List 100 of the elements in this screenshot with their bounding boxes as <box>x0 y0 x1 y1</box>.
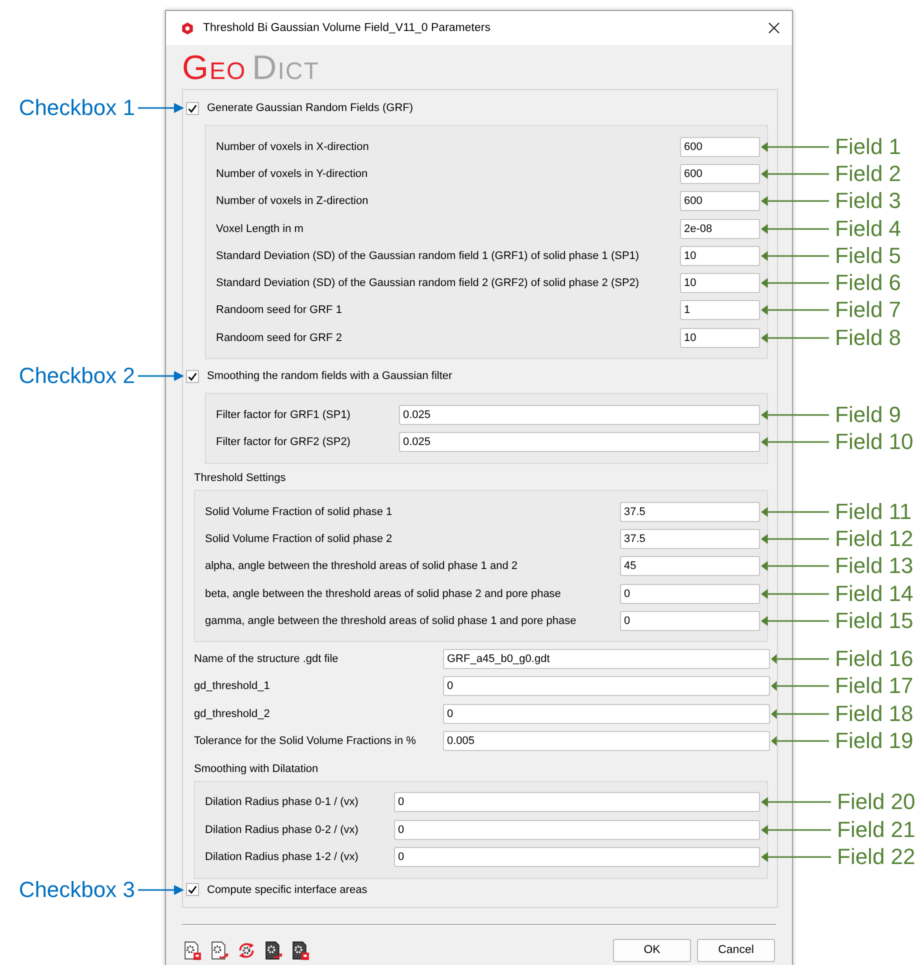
document-gear-arrow-icon[interactable] <box>264 940 283 960</box>
input-field[interactable]: 600 <box>680 191 760 212</box>
field-label: Tolerance for the Solid Volume Fractions in % <box>194 734 417 747</box>
checkbox[interactable] <box>186 102 199 114</box>
callout-label: Field 6 <box>835 270 902 296</box>
input-field[interactable]: 10 <box>680 273 760 294</box>
callout-arrow <box>761 168 829 180</box>
checkbox[interactable] <box>186 370 199 383</box>
callout-arrow <box>761 532 829 545</box>
callout-label: Field 16 <box>835 646 914 672</box>
check-icon <box>187 102 198 114</box>
input-field[interactable]: 0.025 <box>399 432 760 452</box>
callout-label: Field 17 <box>835 673 914 700</box>
window-title: Threshold Bi Gaussian Volume Field_V11_0 Parameters <box>203 22 492 34</box>
checkbox-label: Generate Gaussian Random Fields (GRF) <box>207 102 414 114</box>
group-title: Smoothing with Dilatation <box>194 762 320 777</box>
input-field[interactable]: 0 <box>394 846 760 867</box>
check-icon <box>187 884 198 896</box>
field-label: Dilation Radius phase 1-2 / (vx) <box>205 850 360 863</box>
callout-arrow <box>761 140 829 153</box>
callout-arrow <box>761 195 829 208</box>
callout-label: Field 7 <box>835 297 902 324</box>
callout-label: Field 20 <box>837 789 916 816</box>
callout-arrow <box>761 824 831 836</box>
document-gear-icon[interactable] <box>183 940 202 960</box>
close-icon <box>768 22 780 34</box>
callout-arrow <box>761 436 829 448</box>
callout-arrow <box>761 850 831 863</box>
input-field[interactable]: 37.5 <box>620 502 760 522</box>
callout-label: Field 19 <box>835 728 914 754</box>
input-field[interactable]: GRF_a45_b0_g0.gdt <box>443 649 770 670</box>
field-label: gamma, angle between the threshold areas of solid phase 1 and pore phase <box>205 614 578 627</box>
checkbox[interactable] <box>186 883 199 896</box>
document-gear-arrow-icon[interactable] <box>210 940 229 960</box>
callout-label: Field 8 <box>835 324 902 351</box>
close-button[interactable] <box>766 20 782 36</box>
callout-arrow <box>138 102 184 114</box>
input-field[interactable]: 0 <box>620 610 760 631</box>
input-field[interactable]: 0.025 <box>399 405 760 426</box>
input-field[interactable]: 45 <box>620 556 760 576</box>
input-field[interactable]: 0 <box>443 704 770 724</box>
dialog-button[interactable]: Cancel <box>697 938 775 962</box>
logo-text: DICT <box>252 51 320 85</box>
callout-label: Checkbox 3 <box>18 876 135 903</box>
callout-arrow <box>761 250 829 262</box>
callout-label: Field 15 <box>835 608 914 634</box>
callout-label: Field 21 <box>837 816 916 843</box>
input-field[interactable]: 37.5 <box>620 528 760 549</box>
callout-label: Field 10 <box>835 429 914 456</box>
callout-label: Field 13 <box>835 553 914 580</box>
callout-arrow <box>771 708 829 720</box>
callout-arrow <box>761 304 829 316</box>
dialog-button[interactable]: OK <box>613 938 691 962</box>
field-label: Randoom seed for GRF 1 <box>216 304 343 316</box>
checkbox-label: Compute specific interface areas <box>207 884 368 896</box>
field-label: Filter factor for GRF1 (SP1) <box>216 409 352 422</box>
field-label: beta, angle between the threshold areas of solid phase 2 and pore phase <box>205 588 562 600</box>
circular-arrows-gear-icon[interactable] <box>237 940 256 960</box>
field-label: Dilation Radius phase 0-2 / (vx) <box>205 824 360 836</box>
callout-arrow <box>761 277 829 290</box>
logo-text: GEO <box>182 51 246 85</box>
callout-arrow <box>761 588 829 600</box>
field-label: Solid Volume Fraction of solid phase 1 <box>205 506 394 518</box>
input-field[interactable]: 1 <box>680 300 760 320</box>
callout-label: Checkbox 2 <box>18 363 135 390</box>
field-label: Voxel Length in m <box>216 222 304 235</box>
callout-label: Field 3 <box>835 188 902 214</box>
input-field[interactable]: 600 <box>680 136 760 157</box>
callout-label: Field 1 <box>835 134 902 160</box>
callout-label: Field 18 <box>835 700 914 727</box>
input-field[interactable]: 0 <box>620 584 760 604</box>
callout-label: Field 9 <box>835 402 902 428</box>
input-field[interactable]: 0 <box>394 792 760 812</box>
input-field[interactable]: 2e-08 <box>680 218 760 239</box>
field-label: Standard Deviation (SD) of the Gaussian random field 2 (GRF2) of solid phase 2 (SP2) <box>216 277 640 290</box>
callout-arrow <box>138 370 184 382</box>
callout-arrow <box>761 614 829 627</box>
callout-label: Field 14 <box>835 580 914 606</box>
callout-arrow <box>771 680 829 692</box>
input-field[interactable]: 10 <box>680 328 760 348</box>
document-gear-icon[interactable] <box>291 940 310 960</box>
app-icon <box>181 22 194 34</box>
input-field[interactable]: 0 <box>394 820 760 840</box>
field-label: Number of voxels in Y-direction <box>216 168 369 180</box>
callout-arrow <box>761 506 829 518</box>
field-label: Dilation Radius phase 0-1 / (vx) <box>205 796 360 808</box>
field-label: gd_threshold_2 <box>194 708 271 720</box>
callout-arrow <box>761 222 829 235</box>
callout-arrow <box>761 332 829 344</box>
input-field[interactable]: 10 <box>680 246 760 266</box>
input-field[interactable]: 600 <box>680 164 760 184</box>
input-field[interactable]: 0 <box>443 676 770 696</box>
field-label: Solid Volume Fraction of solid phase 2 <box>205 532 394 545</box>
field-label: alpha, angle between the threshold areas of solid phase 1 and 2 <box>205 560 519 572</box>
callout-label: Field 5 <box>835 242 902 269</box>
callout-arrow <box>771 653 829 666</box>
callout-arrow <box>761 560 829 572</box>
callout-label: Field 22 <box>837 844 916 870</box>
input-field[interactable]: 0.005 <box>443 730 770 751</box>
field-label: Filter factor for GRF2 (SP2) <box>216 436 352 448</box>
